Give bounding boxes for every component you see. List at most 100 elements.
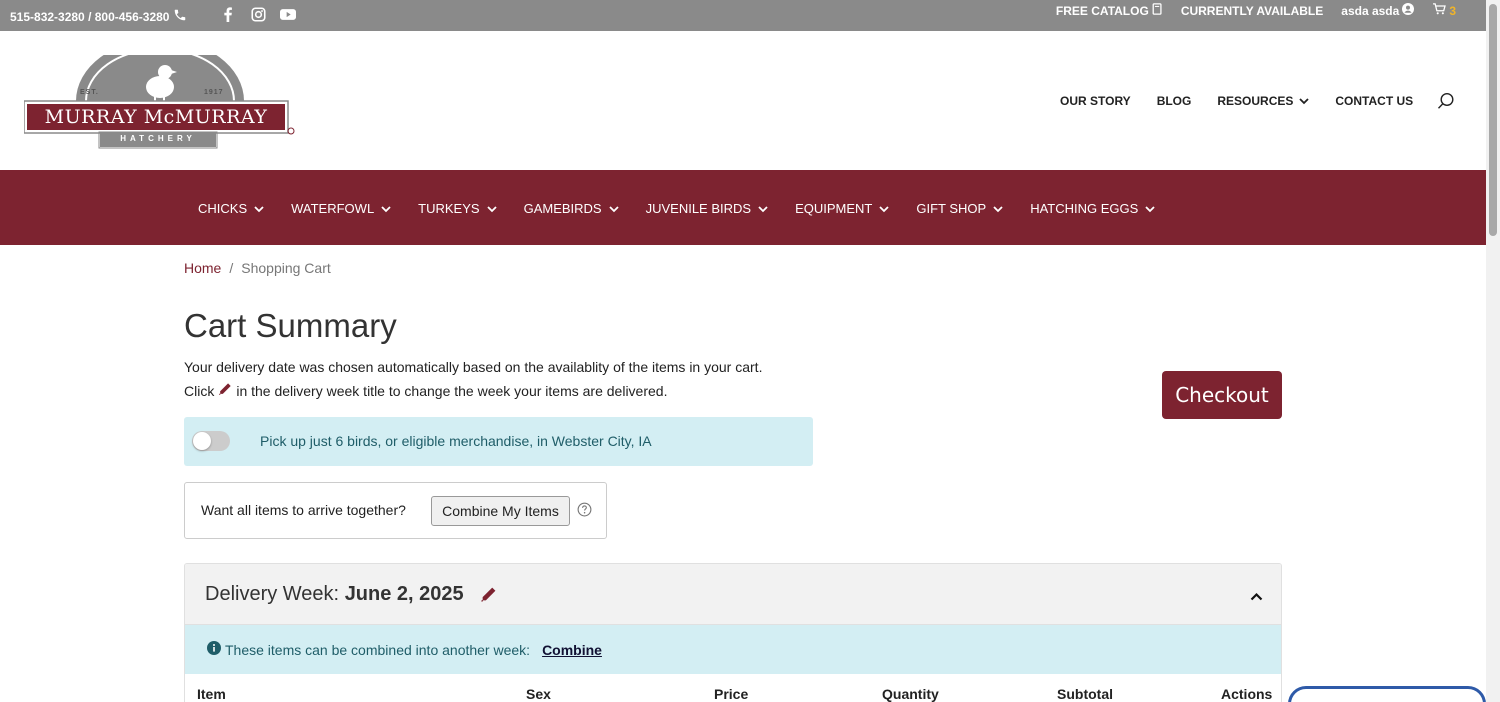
main-nav-item-juvenile-birds[interactable]: JUVENILE BIRDS xyxy=(646,201,768,216)
chevron-down-icon xyxy=(254,201,264,216)
breadcrumb-separator: / xyxy=(229,260,234,276)
combine-info-text: These items can be combined into another… xyxy=(225,641,531,658)
main-nav-item-gamebirds[interactable]: GAMEBIRDS xyxy=(524,201,619,216)
main-nav-items: CHICKS WATERFOWL TURKEYS GAMEBIRDS JUVENILE … xyxy=(198,201,1155,216)
search-icon[interactable] xyxy=(1437,92,1455,115)
delivery-intro: Your delivery date was chosen automatica… xyxy=(184,355,762,403)
pickup-toggle[interactable] xyxy=(192,431,230,451)
main-nav-item-chicks[interactable]: CHICKS xyxy=(198,201,264,216)
cart-icon xyxy=(1432,3,1447,18)
combine-question: Want all items to arrive together? xyxy=(201,502,406,518)
logo-name: MURRAY McMURRAY xyxy=(44,106,268,128)
combine-my-items-button[interactable]: Combine My Items xyxy=(431,496,570,526)
intro-line-1: Your delivery date was chosen automatica… xyxy=(184,359,763,375)
main-nav: CHICKS WATERFOWL TURKEYS GAMEBIRDS JUVENILE … xyxy=(0,170,1486,245)
catalog-icon xyxy=(1152,3,1163,18)
logo-est: EST. xyxy=(80,89,99,96)
main-nav-label: GIFT SHOP xyxy=(916,201,987,216)
phone-icon xyxy=(173,8,187,25)
intro-line-2: Click in the delivery week title to chan… xyxy=(184,379,762,403)
top-bar-right: FREE CATALOG CURRENTLY AVAILABLE asda as… xyxy=(1056,3,1456,18)
chevron-down-icon xyxy=(758,201,768,216)
nav-contact-us[interactable]: CONTACT US xyxy=(1335,94,1413,108)
nav-resources-label: RESOURCES xyxy=(1217,94,1294,108)
scrollbar-thumb[interactable] xyxy=(1489,4,1497,236)
nav-contact-label: CONTACT US xyxy=(1335,94,1414,108)
toggle-knob xyxy=(193,432,211,450)
free-catalog-label: FREE CATALOG xyxy=(1055,3,1149,18)
chevron-down-icon xyxy=(993,201,1003,216)
main-nav-label: WATERFOWL xyxy=(291,201,375,216)
delivery-week-header[interactable]: Delivery Week: June 2, 2025 xyxy=(185,564,1281,625)
main-nav-label: CHICKS xyxy=(198,201,248,216)
phone-numbers[interactable]: 515-832-3280 / 800-456-3280 xyxy=(10,8,187,25)
user-name: asda asda xyxy=(1341,3,1400,18)
nav-our-story[interactable]: OUR STORY xyxy=(1060,94,1131,108)
intro-line-2-suffix: in the delivery week title to change the… xyxy=(236,383,668,399)
breadcrumb: Home / Shopping Cart xyxy=(184,260,331,276)
combine-info: These items can be combined into another… xyxy=(207,641,602,658)
main-nav-label: HATCHING EGGS xyxy=(1030,201,1139,216)
cart-table-header: Item Sex Price Quantity Subtotal Actions xyxy=(185,674,1281,702)
edit-week-pencil-icon[interactable] xyxy=(480,586,497,608)
facebook-icon[interactable] xyxy=(220,6,236,22)
chat-widget[interactable] xyxy=(1288,686,1486,702)
cart-link[interactable]: 3 xyxy=(1432,3,1456,18)
youtube-icon[interactable] xyxy=(280,6,296,22)
social-links xyxy=(220,6,296,22)
phone-text: 515-832-3280 / 800-456-3280 xyxy=(10,9,170,24)
nav-blog[interactable]: BLOG xyxy=(1157,94,1192,108)
main-nav-label: GAMEBIRDS xyxy=(523,201,602,216)
pickup-option: Pick up just 6 birds, or eligible mercha… xyxy=(184,417,813,466)
info-circle-icon xyxy=(207,641,221,658)
delivery-week-title: Delivery Week: June 2, 2025 xyxy=(205,583,464,606)
main-nav-item-waterfowl[interactable]: WATERFOWL xyxy=(291,201,391,216)
free-catalog-link[interactable]: FREE CATALOG xyxy=(1056,3,1163,18)
top-bar: 515-832-3280 / 800-456-3280 FREE CATALOG… xyxy=(0,0,1486,31)
main-nav-item-equipment[interactable]: EQUIPMENT xyxy=(795,201,890,216)
chevron-down-icon xyxy=(486,201,497,216)
main-nav-label: JUVENILE BIRDS xyxy=(645,201,752,216)
col-quantity: Quantity xyxy=(882,686,939,702)
combine-items-box: Want all items to arrive together? Combi… xyxy=(184,482,607,539)
user-icon xyxy=(1402,3,1415,18)
col-sex: Sex xyxy=(526,686,551,702)
chevron-down-icon xyxy=(608,201,619,216)
breadcrumb-home[interactable]: Home xyxy=(184,260,221,276)
chevron-down-icon xyxy=(1299,94,1310,108)
col-item: Item xyxy=(197,686,226,702)
user-account-link[interactable]: asda asda xyxy=(1341,3,1415,18)
logo-year: 1917 xyxy=(204,89,224,96)
chevron-down-icon xyxy=(1145,201,1155,216)
chevron-up-icon[interactable] xyxy=(1250,588,1263,606)
combine-week-link[interactable]: Combine xyxy=(542,642,602,658)
combine-info-bar: These items can be combined into another… xyxy=(185,625,1281,674)
currently-available-link[interactable]: CURRENTLY AVAILABLE xyxy=(1181,4,1323,18)
col-actions: Actions xyxy=(1221,686,1273,702)
site-logo[interactable]: EST. 1917 MURRAY McMURRAY HATCHERY xyxy=(23,39,296,151)
main-nav-label: EQUIPMENT xyxy=(795,201,873,216)
delivery-week-panel: Delivery Week: June 2, 2025 These items … xyxy=(184,563,1282,702)
col-price: Price xyxy=(714,686,749,702)
instagram-icon[interactable] xyxy=(250,6,266,22)
delivery-week-date: June 2, 2025 xyxy=(344,583,464,605)
nav-our-story-label: OUR STORY xyxy=(1060,94,1131,108)
main-nav-item-turkeys[interactable]: TURKEYS xyxy=(418,201,497,216)
page-title: Cart Summary xyxy=(184,307,397,344)
main-nav-item-hatching-eggs[interactable]: HATCHING EGGS xyxy=(1030,201,1155,216)
currently-available-label: CURRENTLY AVAILABLE xyxy=(1180,3,1324,18)
breadcrumb-current: Shopping Cart xyxy=(241,260,331,276)
pickup-text: Pick up just 6 birds, or eligible mercha… xyxy=(260,433,652,449)
checkout-button[interactable]: Checkout xyxy=(1162,371,1282,419)
main-nav-label: TURKEYS xyxy=(418,201,480,216)
cart-count-badge: 3 xyxy=(1449,3,1456,18)
page-scrollbar[interactable] xyxy=(1486,0,1500,702)
chevron-down-icon xyxy=(381,201,391,216)
nav-resources[interactable]: RESOURCES xyxy=(1217,94,1310,108)
site-header: EST. 1917 MURRAY McMURRAY HATCHERY OUR S… xyxy=(0,31,1486,170)
logo-sub: HATCHERY xyxy=(120,134,196,143)
pencil-icon xyxy=(218,379,232,403)
help-icon[interactable] xyxy=(577,502,592,522)
header-nav: OUR STORY BLOG RESOURCES CONTACT US xyxy=(1060,94,1413,108)
main-nav-item-gift-shop[interactable]: GIFT SHOP xyxy=(916,201,1003,216)
